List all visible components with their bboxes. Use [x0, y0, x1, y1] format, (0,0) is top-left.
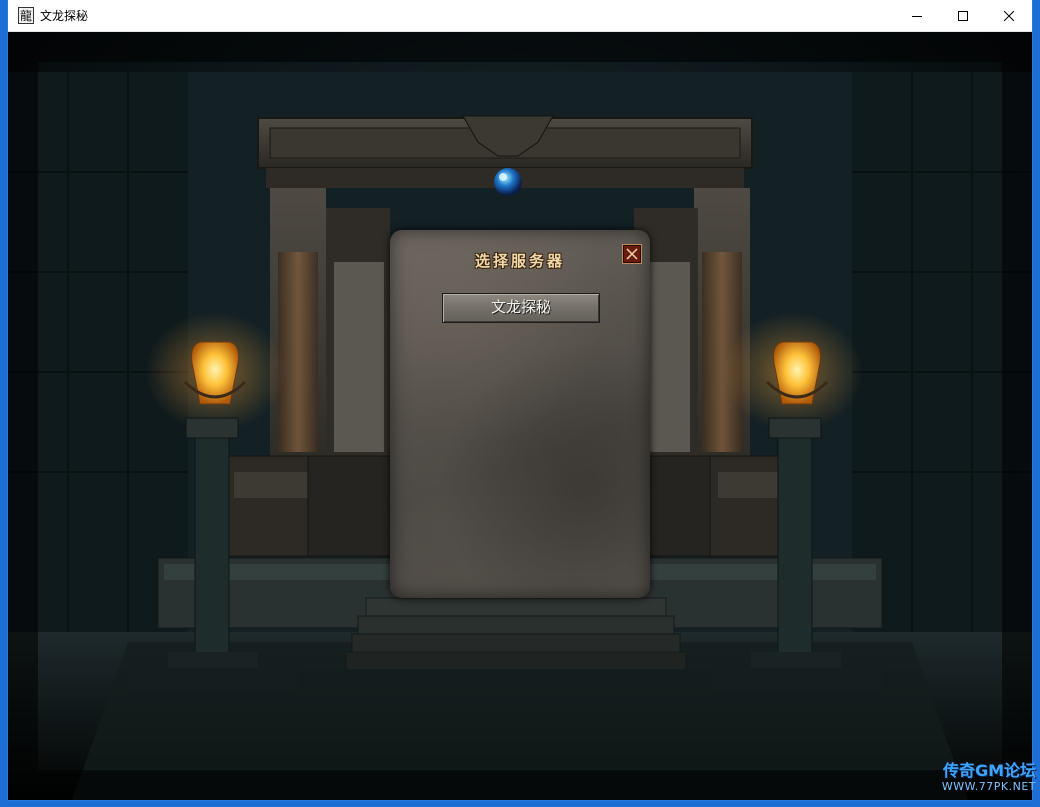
game-viewport: 选择服务器 文龙探秘 — [8, 32, 1032, 800]
minimize-button[interactable] — [894, 0, 940, 31]
server-button[interactable]: 文龙探秘 — [442, 293, 600, 323]
watermark-text: 传奇GM论坛 — [942, 761, 1036, 780]
server-select-dialog: 选择服务器 文龙探秘 — [390, 230, 650, 598]
window-title: 文龙探秘 — [40, 9, 89, 23]
watermark-url: WWW.77PK.NET — [941, 780, 1036, 793]
maximize-icon — [958, 10, 968, 21]
dialog-title: 选择服务器 — [474, 252, 565, 270]
watermark: 传奇GM论坛 WWW.77PK.NET — [912, 761, 1036, 794]
close-icon — [1004, 10, 1014, 21]
title-bar[interactable]: 龍 文龙探秘 — [8, 0, 1032, 32]
minimize-icon — [912, 15, 922, 17]
app-icon: 龍 — [18, 7, 34, 24]
maximize-button[interactable] — [940, 0, 986, 31]
close-button[interactable] — [986, 0, 1032, 31]
close-icon — [626, 248, 638, 260]
game-window: 龍 文龙探秘 选择服务器 文龙探秘 — [8, 0, 1032, 800]
dialog-close-button[interactable] — [622, 244, 642, 264]
